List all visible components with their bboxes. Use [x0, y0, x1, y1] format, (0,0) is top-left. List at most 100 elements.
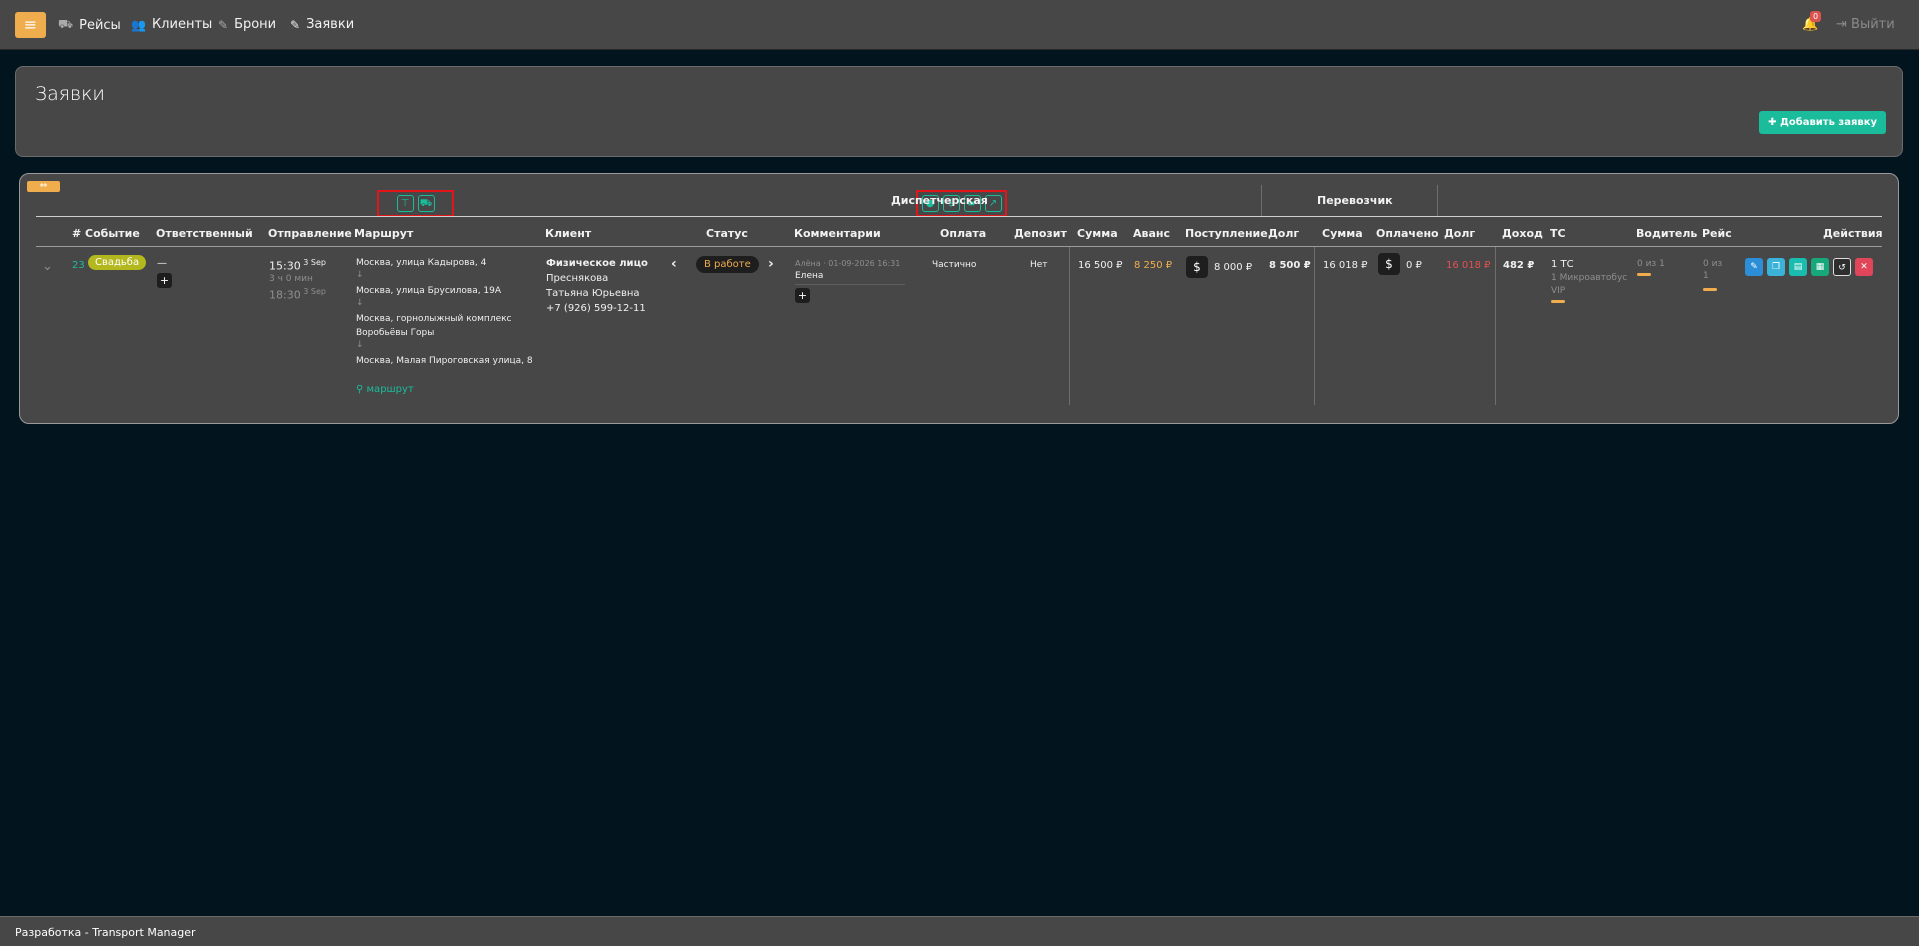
nav-requests[interactable]: ✎ Заявки: [290, 17, 354, 32]
th-route[interactable]: Маршрут: [354, 227, 413, 240]
nav-bookings[interactable]: ✎ Брони: [218, 17, 276, 32]
th-comments[interactable]: Комментарии: [794, 227, 881, 240]
status-next-chevron-icon[interactable]: ›: [768, 256, 774, 272]
logout-icon: ⇥: [1836, 17, 1847, 32]
edit-icon: ✎: [218, 17, 229, 32]
copy-icon[interactable]: ❐: [1767, 258, 1785, 276]
divider: [795, 284, 905, 285]
expand-row-chevron-icon[interactable]: ⌄: [42, 259, 53, 274]
status-badge: В работе: [696, 256, 759, 273]
profit-value: 482 ₽: [1503, 260, 1535, 271]
th-deposit[interactable]: Депозит: [1014, 227, 1067, 240]
client-name[interactable]: Татьяна Юрьевна: [546, 288, 640, 299]
event-badge: Свадьба: [88, 255, 147, 270]
nav-trips-label: Рейсы: [79, 17, 121, 33]
route-point-3: Москва, горнолыжный комплекс: [356, 314, 512, 324]
departure-time: 15:30 3 Sep: [269, 258, 326, 273]
notification-badge: 0: [1810, 11, 1822, 22]
divider: [1314, 247, 1315, 405]
route-point-2: Москва, улица Брусилова, 19А: [356, 286, 502, 296]
route-point-4: Москва, Малая Пироговская улица, 8: [356, 356, 533, 366]
nav-requests-label: Заявки: [306, 17, 355, 32]
th-actions: Действия: [1823, 227, 1883, 240]
th-trip[interactable]: Рейс: [1702, 227, 1732, 240]
th-event[interactable]: # Событие: [72, 227, 140, 240]
divider: [1069, 247, 1070, 405]
driver-status-bar: [1637, 273, 1651, 276]
client-lastname[interactable]: Преснякова: [546, 273, 608, 284]
vehicle-count[interactable]: 1 ТС: [1551, 259, 1574, 270]
th-dispatch-income[interactable]: Поступление: [1185, 227, 1268, 240]
delete-icon[interactable]: ✕: [1855, 258, 1873, 276]
trip-count-line1[interactable]: 0 из: [1703, 259, 1722, 269]
trip-count-line2[interactable]: 1: [1703, 271, 1709, 281]
logout-link[interactable]: ⇥ Выйти: [1836, 17, 1895, 32]
car-icon: ⛟: [58, 17, 74, 31]
edit-icon: ✎: [290, 17, 301, 32]
trip-duration: 3 ч 0 мин: [269, 274, 313, 284]
th-driver[interactable]: Водитель: [1636, 227, 1697, 240]
route-map-link[interactable]: ⚲ маршрут: [356, 384, 414, 395]
edit-icon[interactable]: ✎: [1745, 258, 1763, 276]
contract-icon[interactable]: ▦: [1811, 258, 1829, 276]
nav-trips[interactable]: ⛟ Рейсы: [58, 17, 121, 33]
payment-status: Частично: [932, 260, 977, 270]
plus-icon: ✚: [1768, 117, 1777, 128]
comment-meta: Алёна · 01-09-2026 16:31: [795, 259, 901, 268]
divider: [36, 246, 1882, 247]
dispatch-advance: 8 250 ₽: [1134, 260, 1173, 271]
requests-table-panel: ⇔ ⊤ ⛟ ● $ ▰ ↗ Диспетчерская Перевозчик #…: [19, 173, 1899, 424]
route-arrow: ↓: [356, 340, 364, 350]
divider: [1437, 185, 1438, 216]
car-icon[interactable]: ⛟: [417, 195, 435, 212]
add-request-label: Добавить заявку: [1779, 117, 1877, 128]
map-marker-icon: ⚲: [356, 384, 364, 395]
th-carrier-debt[interactable]: Долг: [1444, 227, 1475, 240]
collapse-toggle-button[interactable]: ⇔: [27, 181, 60, 192]
footer: Разработка - Transport Manager: [0, 916, 1919, 946]
th-dispatch-debt[interactable]: Долг: [1268, 227, 1299, 240]
th-vehicle[interactable]: ТС: [1550, 227, 1566, 240]
add-income-dollar-icon[interactable]: $: [1186, 256, 1208, 278]
group-header-carrier: Перевозчик: [1317, 194, 1393, 207]
th-departure[interactable]: Отправление: [268, 227, 352, 240]
request-id-link[interactable]: 23: [72, 260, 85, 271]
status-prev-chevron-icon[interactable]: ‹: [671, 256, 677, 272]
dispatch-debt: 8 500 ₽: [1269, 260, 1311, 271]
nav-bookings-label: Брони: [234, 17, 277, 32]
page-title: Заявки: [35, 83, 105, 105]
carrier-debt: 16 018 ₽: [1446, 260, 1491, 271]
assign-responsible-button[interactable]: +: [157, 273, 172, 288]
driver-count[interactable]: 0 из 1: [1637, 259, 1665, 269]
pay-carrier-dollar-icon[interactable]: $: [1378, 253, 1400, 275]
th-profit[interactable]: Доход: [1502, 227, 1543, 240]
th-carrier-paid[interactable]: Оплачено: [1376, 227, 1439, 240]
route-arrow: ↓: [356, 270, 364, 280]
signpost-icon[interactable]: ⊤: [396, 195, 414, 212]
document-icon[interactable]: ▤: [1789, 258, 1807, 276]
add-request-button[interactable]: ✚ Добавить заявку: [1759, 111, 1886, 134]
add-comment-button[interactable]: +: [795, 288, 810, 303]
th-client[interactable]: Клиент: [545, 227, 591, 240]
page-header-panel: Заявки ✚ Добавить заявку: [15, 66, 1903, 157]
route-point-3-cont: Воробьёвы Горы: [356, 328, 435, 338]
dispatch-sum: 16 500 ₽: [1078, 260, 1123, 271]
hamburger-icon[interactable]: ≡: [15, 12, 46, 38]
nav-clients[interactable]: 👥 Клиенты: [131, 17, 212, 32]
client-phone[interactable]: +7 (926) 599-12-11: [546, 303, 646, 314]
trip-status-bar: [1703, 288, 1717, 291]
th-status[interactable]: Статус: [706, 227, 748, 240]
history-icon[interactable]: ↺: [1833, 258, 1851, 276]
top-navbar: ≡ ⛟ Рейсы 👥 Клиенты ✎ Брони ✎ Заявки 🔔 0…: [0, 0, 1919, 50]
th-dispatch-advance[interactable]: Аванс: [1133, 227, 1170, 240]
vehicle-type: 1 Микроавтобус: [1551, 273, 1628, 283]
users-icon: 👥: [131, 17, 146, 32]
th-carrier-sum[interactable]: Сумма: [1322, 227, 1363, 240]
th-dispatch-sum[interactable]: Сумма: [1077, 227, 1118, 240]
logout-label: Выйти: [1851, 17, 1895, 32]
th-payment[interactable]: Оплата: [940, 227, 986, 240]
vehicle-status-bar: [1551, 300, 1565, 303]
carrier-paid: 0 ₽: [1406, 260, 1422, 271]
th-responsible[interactable]: Ответственный: [156, 227, 253, 240]
nav-clients-label: Клиенты: [151, 17, 213, 32]
